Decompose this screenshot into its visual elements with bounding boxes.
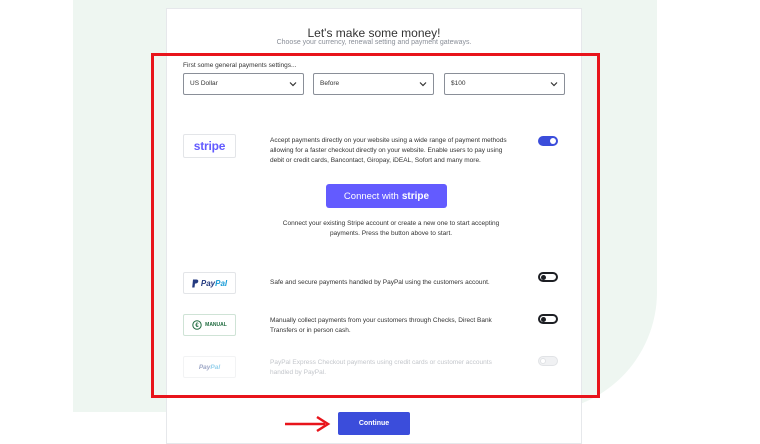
- page-subtitle: Choose your currency, renewal setting an…: [276, 39, 472, 46]
- continue-button[interactable]: Continue: [338, 412, 410, 435]
- red-arrow-icon: [285, 415, 331, 433]
- page-title: Let's make some money!: [307, 26, 441, 40]
- highlight-annotation-box: [151, 53, 600, 398]
